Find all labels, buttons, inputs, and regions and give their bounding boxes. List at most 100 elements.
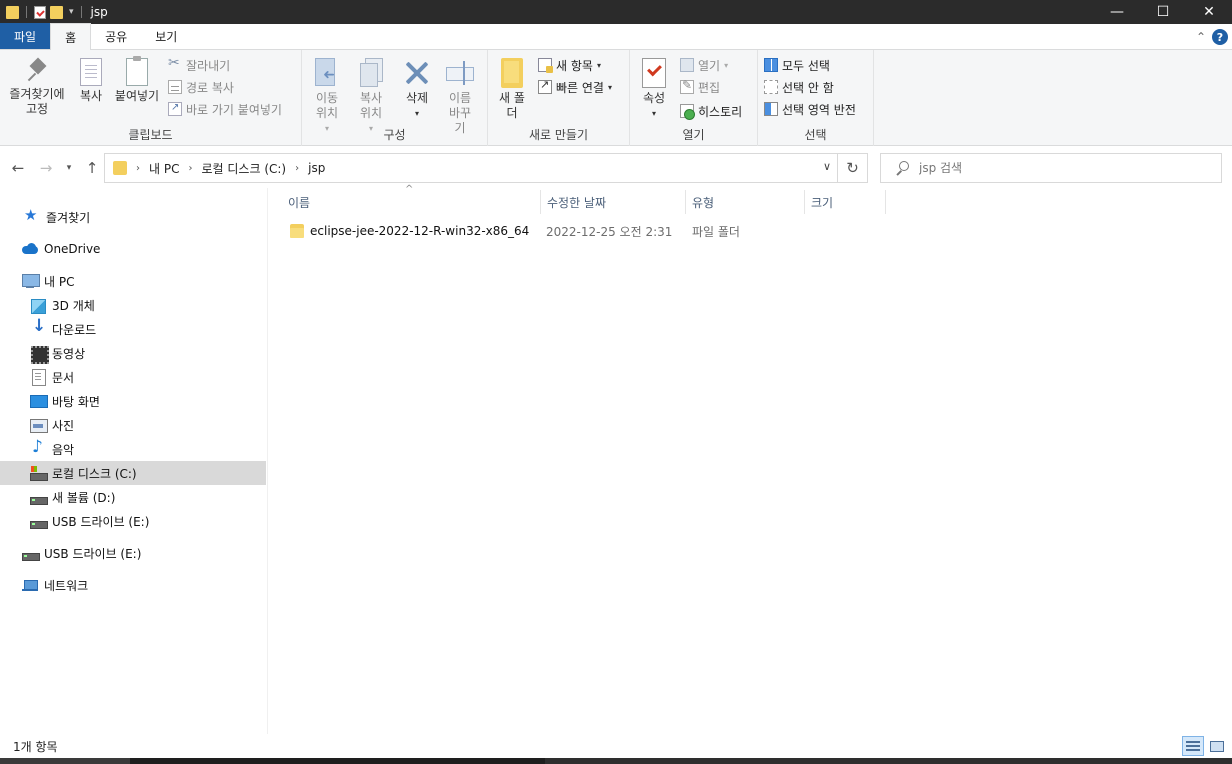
breadcrumb-jsp[interactable]: jsp bbox=[308, 161, 325, 175]
properties-icon[interactable] bbox=[34, 5, 46, 19]
chevron-right-icon[interactable]: › bbox=[136, 163, 140, 174]
select-none-label: 선택 안 함 bbox=[782, 80, 834, 95]
chevron-down-icon: ▾ bbox=[651, 109, 656, 118]
breadcrumb-this-pc[interactable]: 내 PC bbox=[149, 160, 179, 177]
copy-icon bbox=[80, 58, 102, 86]
file-modified: 2022-12-25 오전 2:31 bbox=[546, 224, 673, 239]
back-button[interactable]: ← bbox=[8, 158, 28, 178]
new-item-button[interactable]: 새 항목 ▾ bbox=[538, 55, 601, 75]
item-count: 1개 항목 bbox=[13, 739, 58, 754]
nav-quick-access[interactable]: 즐겨찾기 bbox=[0, 205, 266, 229]
nav-documents[interactable]: 문서 bbox=[0, 365, 266, 389]
chevron-right-icon[interactable]: › bbox=[295, 163, 299, 174]
paste-label: 붙여넣기 bbox=[114, 89, 160, 103]
tab-file[interactable]: 파일 bbox=[0, 23, 51, 49]
tab-share[interactable]: 공유 bbox=[91, 23, 141, 49]
history-button[interactable]: 히스토리 bbox=[680, 101, 742, 121]
paste-shortcut-button[interactable]: 바로 가기 붙여넣기 bbox=[168, 99, 282, 119]
folder-icon bbox=[6, 5, 19, 19]
maximize-button[interactable]: ☐ bbox=[1140, 0, 1186, 24]
forward-button[interactable]: → bbox=[36, 158, 56, 178]
minimize-button[interactable]: — bbox=[1094, 0, 1140, 24]
star-icon bbox=[24, 206, 40, 225]
tab-home[interactable]: 홈 bbox=[50, 23, 92, 50]
nav-videos[interactable]: 동영상 bbox=[0, 341, 266, 365]
select-all-icon bbox=[764, 58, 778, 72]
open-icon bbox=[680, 58, 694, 72]
open-group: 속성 ▾ 열기 ▾ 편집 히스토리 열기 bbox=[630, 50, 758, 146]
open-button[interactable]: 열기 ▾ bbox=[680, 55, 728, 75]
column-header-size[interactable]: 크기 bbox=[805, 190, 886, 214]
column-header-name[interactable]: 이름 bbox=[282, 190, 541, 214]
address-bar[interactable]: › 내 PC › 로컬 디스크 (C:) › jsp ∨ bbox=[104, 153, 838, 183]
new-folder-button[interactable]: 새 폴더 bbox=[494, 54, 530, 121]
copy-to-button[interactable]: 복사 위치 ▾ bbox=[350, 54, 392, 136]
refresh-button[interactable]: ↻ bbox=[838, 153, 868, 183]
easy-access-button[interactable]: 빠른 연결 ▾ bbox=[538, 77, 612, 97]
nav-pictures[interactable]: 사진 bbox=[0, 413, 266, 437]
drive-icon bbox=[30, 489, 48, 505]
nav-music[interactable]: 음악 bbox=[0, 437, 266, 461]
pin-to-quick-access-button[interactable]: 즐겨찾기에 고정 bbox=[4, 54, 70, 117]
invert-selection-button[interactable]: 선택 영역 반전 bbox=[764, 99, 856, 119]
select-group: 모두 선택 선택 안 함 선택 영역 반전 선택 bbox=[758, 50, 874, 146]
search-input[interactable] bbox=[919, 161, 1209, 175]
chevron-right-icon[interactable]: › bbox=[188, 163, 192, 174]
column-header-type[interactable]: 유형 bbox=[686, 190, 805, 214]
recent-locations-button[interactable]: ▾ bbox=[62, 158, 76, 178]
search-icon bbox=[895, 161, 909, 175]
open-group-label: 열기 bbox=[682, 128, 705, 142]
search-box[interactable] bbox=[880, 153, 1222, 183]
breadcrumb-local-disk[interactable]: 로컬 디스크 (C:) bbox=[201, 160, 286, 177]
nav-3d-objects[interactable]: 3D 개체 bbox=[0, 293, 266, 317]
file-row[interactable]: eclipse-jee-2022-12-R-win32-x86_64 2022-… bbox=[282, 219, 804, 243]
collapse-ribbon-icon[interactable]: ⌃ bbox=[1196, 30, 1206, 44]
nav-item-label: 음악 bbox=[52, 442, 75, 457]
cube-icon bbox=[30, 297, 46, 314]
nav-onedrive[interactable]: OneDrive bbox=[0, 237, 266, 261]
up-button[interactable]: ↑ bbox=[82, 158, 102, 178]
new-folder-icon[interactable] bbox=[50, 5, 63, 19]
help-icon[interactable]: ? bbox=[1212, 29, 1228, 45]
pin-icon bbox=[26, 58, 48, 84]
edit-button[interactable]: 편집 bbox=[680, 77, 720, 97]
nav-usb-drive-e[interactable]: USB 드라이브 (E:) bbox=[0, 509, 266, 533]
large-icons-view-button[interactable] bbox=[1206, 736, 1228, 756]
paste-button[interactable]: 붙여넣기 bbox=[112, 54, 162, 104]
rename-button[interactable]: 이름 바꾸기 bbox=[440, 54, 480, 136]
new-folder-icon bbox=[501, 58, 523, 88]
close-button[interactable]: ✕ bbox=[1186, 0, 1232, 24]
nav-volume-d[interactable]: 새 볼륨 (D:) bbox=[0, 485, 266, 509]
new-group: 새 폴더 새 항목 ▾ 빠른 연결 ▾ 새로 만들기 bbox=[488, 50, 630, 146]
navigation-pane: 즐겨찾기 OneDrive 내 PC 3D 개체 다운로드 동영상 문서 바탕 … bbox=[0, 188, 268, 734]
music-icon bbox=[30, 437, 46, 457]
nav-item-label: 문서 bbox=[52, 370, 75, 385]
download-icon bbox=[30, 316, 46, 337]
nav-network[interactable]: 네트워크 bbox=[0, 573, 266, 597]
cut-button[interactable]: 잘라내기 bbox=[168, 55, 230, 75]
tab-view[interactable]: 보기 bbox=[141, 23, 191, 49]
copy-path-button[interactable]: 경로 복사 bbox=[168, 77, 234, 97]
nav-item-label: 동영상 bbox=[52, 346, 86, 361]
nav-item-label: 다운로드 bbox=[52, 322, 97, 337]
select-all-button[interactable]: 모두 선택 bbox=[764, 55, 830, 75]
move-to-button[interactable]: 이동 위치 ▾ bbox=[306, 54, 348, 136]
select-none-button[interactable]: 선택 안 함 bbox=[764, 77, 834, 97]
quick-access-toolbar: ▾ bbox=[0, 5, 85, 19]
nav-local-disk-c[interactable]: 로컬 디스크 (C:) bbox=[0, 461, 266, 485]
nav-this-pc[interactable]: 내 PC bbox=[0, 269, 266, 293]
details-view-button[interactable] bbox=[1182, 736, 1204, 756]
nav-item-label: 로컬 디스크 (C:) bbox=[52, 466, 137, 481]
delete-button[interactable]: 삭제 ▾ bbox=[398, 54, 436, 121]
properties-button[interactable]: 속성 ▾ bbox=[636, 54, 672, 121]
invert-selection-label: 선택 영역 반전 bbox=[782, 102, 856, 117]
nav-usb-drive-e-root[interactable]: USB 드라이브 (E:) bbox=[0, 541, 266, 565]
column-header-modified[interactable]: 수정한 날짜 bbox=[541, 190, 686, 214]
customize-toolbar-icon[interactable]: ▾ bbox=[69, 7, 74, 17]
copy-button[interactable]: 복사 bbox=[74, 54, 108, 104]
chevron-down-icon: ▾ bbox=[414, 109, 419, 118]
nav-desktop[interactable]: 바탕 화면 bbox=[0, 389, 266, 413]
chevron-down-icon[interactable]: ∨ bbox=[823, 160, 831, 173]
nav-item-label: USB 드라이브 (E:) bbox=[44, 546, 142, 561]
nav-downloads[interactable]: 다운로드 bbox=[0, 316, 266, 341]
